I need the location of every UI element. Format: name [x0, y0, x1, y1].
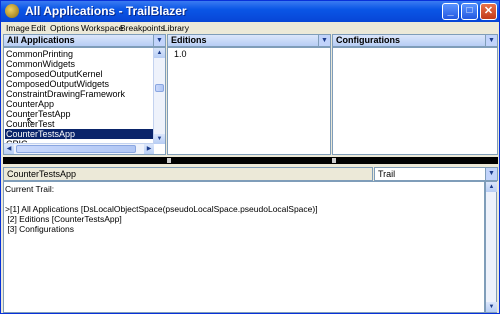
trail-heading: Current Trail:: [5, 184, 55, 194]
scroll-right-icon[interactable]: ▶: [144, 144, 154, 154]
minimize-button[interactable]: _: [442, 3, 459, 20]
scroll-up-icon[interactable]: ▲: [154, 48, 165, 58]
scroll-left-icon[interactable]: ◀: [4, 144, 14, 154]
configurations-list[interactable]: [332, 47, 498, 155]
applications-list[interactable]: CommonPrinting CommonWidgets ComposedOut…: [3, 47, 166, 155]
configurations-dropdown-icon[interactable]: ▼: [485, 35, 497, 46]
close-button[interactable]: ✕: [480, 3, 497, 20]
editions-dropdown-icon[interactable]: ▼: [318, 35, 330, 46]
scroll-down-icon[interactable]: ▼: [486, 302, 497, 312]
editions-header[interactable]: Editions ▼: [167, 34, 331, 47]
trail-vertical-scrollbar[interactable]: ▲ ▼: [485, 181, 497, 313]
trail-line-1: >[1] All Applications [DsLocalObjectSpac…: [5, 204, 318, 214]
applications-header[interactable]: All Applications ▼: [3, 34, 166, 47]
trail-line-2: [2] Editions [CounterTestsApp]: [5, 214, 122, 224]
trailblazer-window: All Applications - TrailBlazer _ □ ✕ Ima…: [0, 0, 500, 314]
editions-header-label: Editions: [171, 35, 207, 45]
applications-dropdown-icon[interactable]: ▼: [153, 35, 165, 46]
title-bar[interactable]: All Applications - TrailBlazer _ □ ✕: [1, 1, 499, 22]
scroll-up-icon[interactable]: ▲: [486, 182, 497, 192]
trail-dropdown-icon[interactable]: ▼: [485, 168, 497, 180]
list-item[interactable]: ConstraintDrawingFramework: [6, 89, 125, 99]
scroll-thumb[interactable]: [155, 84, 164, 92]
list-item[interactable]: ComposedOutputWidgets: [6, 79, 109, 89]
splitter-handle[interactable]: [332, 158, 336, 163]
list-item[interactable]: CounterApp: [6, 99, 54, 109]
list-item[interactable]: 1.0: [174, 49, 187, 59]
trail-line-3: [3] Configurations: [5, 224, 74, 234]
window-title: All Applications - TrailBlazer: [25, 4, 187, 18]
trail-text-area[interactable]: Current Trail: >[1] All Applications [Ds…: [3, 181, 485, 313]
horizontal-scroll-thumb[interactable]: [16, 145, 136, 153]
app-icon[interactable]: [5, 4, 19, 18]
pane-splitter[interactable]: [3, 157, 498, 164]
selected-app-field: CounterTestsApp: [3, 167, 373, 181]
splitter-handle[interactable]: [167, 158, 171, 163]
mouse-cursor-icon: ↖: [26, 116, 35, 127]
maximize-button[interactable]: □: [461, 3, 478, 20]
scroll-down-icon[interactable]: ▼: [154, 134, 165, 144]
list-item[interactable]: CommonPrinting: [6, 49, 73, 59]
list-item[interactable]: CounterTestApp: [6, 109, 71, 119]
applications-horizontal-scrollbar[interactable]: ◀ ▶: [4, 143, 154, 154]
list-item[interactable]: ComposedOutputKernel: [6, 69, 103, 79]
list-item-selected[interactable]: CounterTestsApp: [5, 129, 156, 139]
applications-header-label: All Applications: [7, 35, 75, 45]
configurations-header-label: Configurations: [336, 35, 400, 45]
editions-list[interactable]: 1.0: [167, 47, 331, 155]
configurations-header[interactable]: Configurations ▼: [332, 34, 498, 47]
applications-vertical-scrollbar[interactable]: ▲ ▼: [153, 48, 165, 144]
trail-dropdown-label: Trail: [378, 169, 396, 179]
trail-dropdown[interactable]: Trail ▼: [374, 167, 498, 181]
list-item[interactable]: CommonWidgets: [6, 59, 75, 69]
